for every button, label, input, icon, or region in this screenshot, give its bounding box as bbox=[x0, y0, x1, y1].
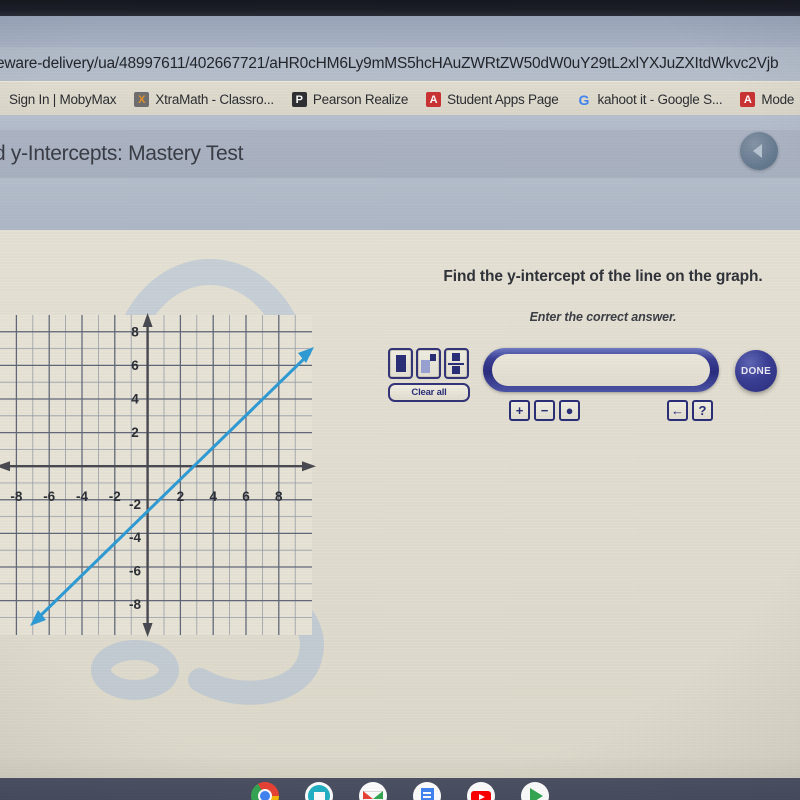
bookmark-label: Sign In | MobyMax bbox=[9, 92, 117, 107]
exponent-template-button[interactable] bbox=[416, 348, 441, 379]
x-tick-label: -8 bbox=[10, 489, 22, 504]
x-tick-label: 4 bbox=[209, 489, 217, 504]
y-tick-label: 8 bbox=[131, 325, 139, 340]
y-tick-label: 2 bbox=[131, 425, 139, 440]
done-button-label: DONE bbox=[740, 365, 772, 377]
base-box-icon bbox=[421, 360, 430, 373]
bookmark-label: XtraMath - Classro... bbox=[155, 92, 274, 107]
clear-all-button[interactable]: Clear all bbox=[388, 383, 470, 402]
operator-button-group: + − ● bbox=[509, 400, 580, 421]
fraction-bar-icon bbox=[448, 362, 464, 365]
monitor-bezel bbox=[0, 0, 800, 16]
docs-icon[interactable] bbox=[413, 782, 441, 800]
bookmark-item[interactable]: Sign In | MobyMax bbox=[0, 84, 125, 115]
bookmark-label: Mode bbox=[761, 92, 795, 107]
question-instruction: Enter the correct answer. bbox=[529, 310, 677, 324]
minus-button[interactable]: − bbox=[534, 400, 555, 421]
y-tick-label: -4 bbox=[129, 530, 141, 545]
denominator-box-icon bbox=[452, 366, 460, 374]
graph-svg: -8 -6 -4 -2 2 4 6 8 8 6 4 2 -2 -4 -6 -8 bbox=[0, 313, 316, 637]
palette-row bbox=[388, 348, 470, 379]
previous-question-button[interactable] bbox=[740, 132, 778, 170]
x-tick-label: 2 bbox=[177, 489, 185, 504]
chevron-left-icon bbox=[753, 144, 762, 158]
plain-box-template-button[interactable] bbox=[388, 348, 413, 379]
question-prompt: Find the y-intercept of the line on the … bbox=[443, 268, 763, 285]
answer-input-field[interactable] bbox=[483, 348, 719, 392]
google-icon: G bbox=[578, 91, 590, 108]
fraction-template-button[interactable] bbox=[444, 348, 469, 379]
x-tick-label: 8 bbox=[275, 489, 283, 504]
y-tick-label: 6 bbox=[131, 358, 139, 373]
x-tick-label: -2 bbox=[109, 489, 121, 504]
y-tick-label: -8 bbox=[129, 597, 141, 612]
bookmarks-bar: Sign In | MobyMax X XtraMath - Classro..… bbox=[0, 84, 800, 115]
url-text: eware-delivery/ua/48997611/402667721/aHR… bbox=[0, 55, 779, 72]
gmail-icon[interactable] bbox=[359, 782, 387, 800]
done-button[interactable]: DONE bbox=[735, 350, 777, 392]
dot-button[interactable]: ● bbox=[559, 400, 580, 421]
bookmark-label: Pearson Realize bbox=[312, 92, 409, 107]
photographed-screen: eware-delivery/ua/48997611/402667721/aHR… bbox=[0, 0, 800, 800]
bookmark-label: Student Apps Page bbox=[447, 92, 559, 107]
numerator-box-icon bbox=[452, 353, 460, 361]
bookmark-item[interactable]: G kahoot it - Google S... bbox=[568, 84, 732, 115]
plus-button[interactable]: + bbox=[509, 400, 530, 421]
bookmark-label: kahoot it - Google S... bbox=[597, 92, 723, 107]
math-template-palette: Clear all bbox=[388, 348, 470, 402]
edit-button-group: ← ? bbox=[667, 400, 713, 421]
x-tick-label: -4 bbox=[76, 489, 88, 504]
classroom-icon[interactable] bbox=[305, 782, 333, 800]
backspace-button[interactable]: ← bbox=[667, 400, 688, 421]
app-title-bar: d y-Intercepts: Mastery Test bbox=[0, 130, 800, 178]
page-title: d y-Intercepts: Mastery Test bbox=[0, 142, 244, 165]
x-tick-label: -6 bbox=[43, 489, 55, 504]
plain-box-icon bbox=[395, 355, 406, 372]
pearson-icon: P bbox=[291, 92, 307, 107]
app-subheader-band bbox=[0, 178, 800, 230]
y-tick-label: 4 bbox=[131, 392, 139, 407]
y-tick-label: -6 bbox=[129, 564, 141, 579]
y-tick-label: -2 bbox=[129, 497, 141, 512]
help-button[interactable]: ? bbox=[692, 400, 713, 421]
answer-input-inner[interactable] bbox=[492, 354, 710, 386]
apps-icon: A bbox=[740, 92, 756, 107]
play-store-icon[interactable] bbox=[521, 782, 549, 800]
page-bottom-strip bbox=[0, 758, 800, 778]
x-tick-label: 6 bbox=[242, 489, 250, 504]
superscript-box-icon bbox=[430, 354, 436, 361]
youtube-icon[interactable] bbox=[467, 782, 495, 800]
address-bar[interactable]: eware-delivery/ua/48997611/402667721/aHR… bbox=[0, 47, 800, 81]
chrome-icon[interactable] bbox=[251, 782, 279, 800]
bookmark-item[interactable]: X XtraMath - Classro... bbox=[125, 84, 283, 115]
bookmark-item[interactable]: A Student Apps Page bbox=[417, 84, 567, 115]
browser-tab-strip bbox=[0, 16, 800, 47]
question-content-area: -8 -6 -4 -2 2 4 6 8 8 6 4 2 -2 -4 -6 -8 bbox=[0, 230, 800, 758]
coordinate-graph: -8 -6 -4 -2 2 4 6 8 8 6 4 2 -2 -4 -6 -8 bbox=[0, 305, 338, 645]
bookmark-item[interactable]: P Pearson Realize bbox=[283, 84, 417, 115]
apps-icon: A bbox=[426, 92, 442, 107]
xtramath-icon: X bbox=[134, 92, 150, 107]
bookmark-item[interactable]: A Mode bbox=[731, 84, 800, 115]
os-taskbar bbox=[0, 778, 800, 800]
